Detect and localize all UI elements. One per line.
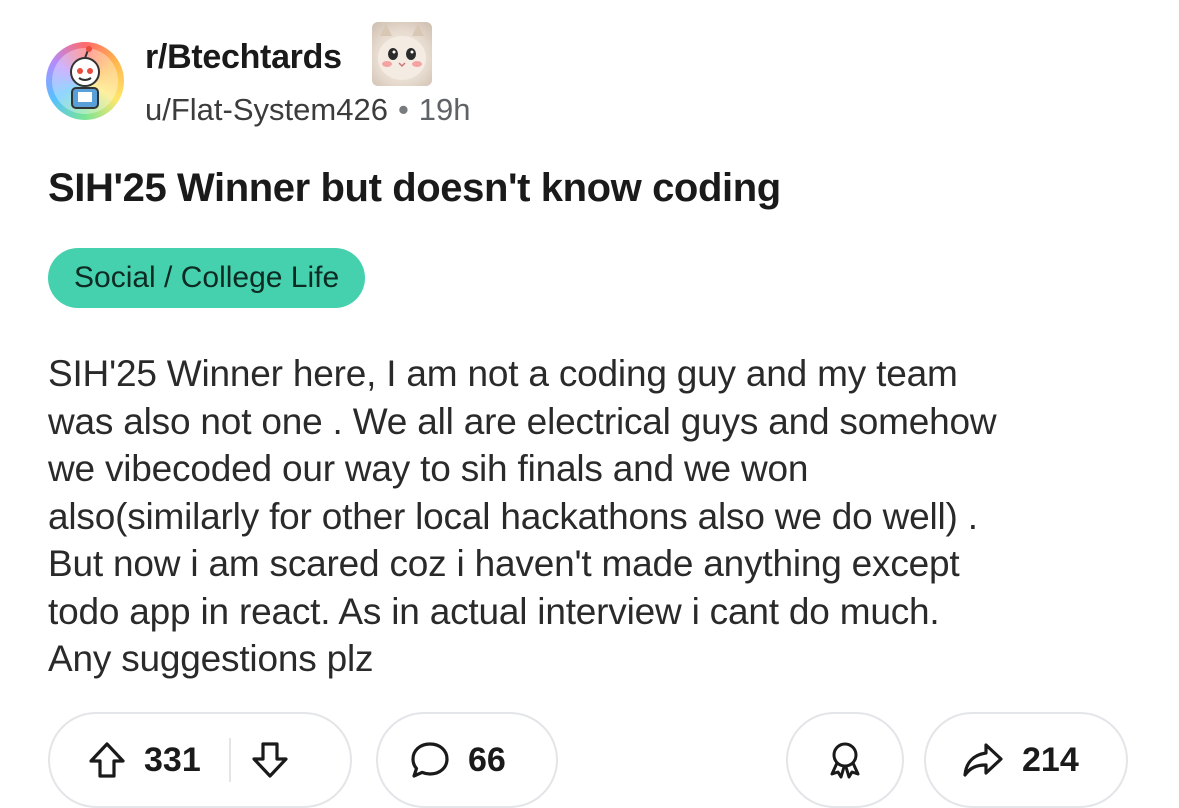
subreddit-avatar[interactable] (46, 42, 124, 120)
cat-emoji-image (372, 22, 432, 86)
share-arrow-icon (960, 738, 1006, 782)
post-action-bar: 331 66 214 (0, 712, 1179, 808)
downvote-arrow-icon[interactable] (249, 739, 291, 781)
comment-bubble-icon (408, 738, 452, 782)
body-line: was also not one . We all are electrical… (48, 400, 997, 442)
meta-separator: • (397, 92, 409, 127)
vote-control: 331 (48, 712, 352, 808)
post-body[interactable]: SIH'25 Winner here, I am not a coding gu… (48, 350, 1158, 683)
share-count: 214 (1022, 740, 1079, 779)
post-flair[interactable]: Social / College Life (48, 248, 366, 308)
body-line: But now i am scared coz i haven't made a… (48, 543, 960, 584)
upvote-arrow-icon[interactable] (86, 739, 128, 781)
vote-score: 331 (144, 740, 201, 779)
post-meta: u/Flat-System426 • 19h (145, 92, 471, 128)
body-line: todo app in react. As in actual intervie… (48, 590, 940, 632)
post-age: 19h (418, 92, 471, 127)
comment-count: 66 (468, 740, 506, 779)
author-name[interactable]: u/Flat-System426 (145, 92, 388, 127)
body-line: SIH'25 Winner here, I am not a coding gu… (48, 353, 958, 394)
post-header: r/Btechtards u/Flat-System426 • 19h (46, 22, 646, 132)
post-title[interactable]: SIH'25 Winner but doesn't know coding (48, 166, 781, 211)
share-button[interactable]: 214 (924, 712, 1128, 808)
award-icon (823, 738, 867, 782)
award-button[interactable] (786, 712, 904, 808)
comments-button[interactable]: 66 (376, 712, 558, 808)
body-line: we vibecoded our way to sih finals and w… (48, 448, 809, 489)
vote-divider (228, 738, 231, 782)
body-line: also(similarly for other local hackathon… (48, 495, 978, 537)
body-line: Any suggestions plz (48, 638, 374, 679)
subreddit-name[interactable]: r/Btechtards (145, 38, 342, 77)
